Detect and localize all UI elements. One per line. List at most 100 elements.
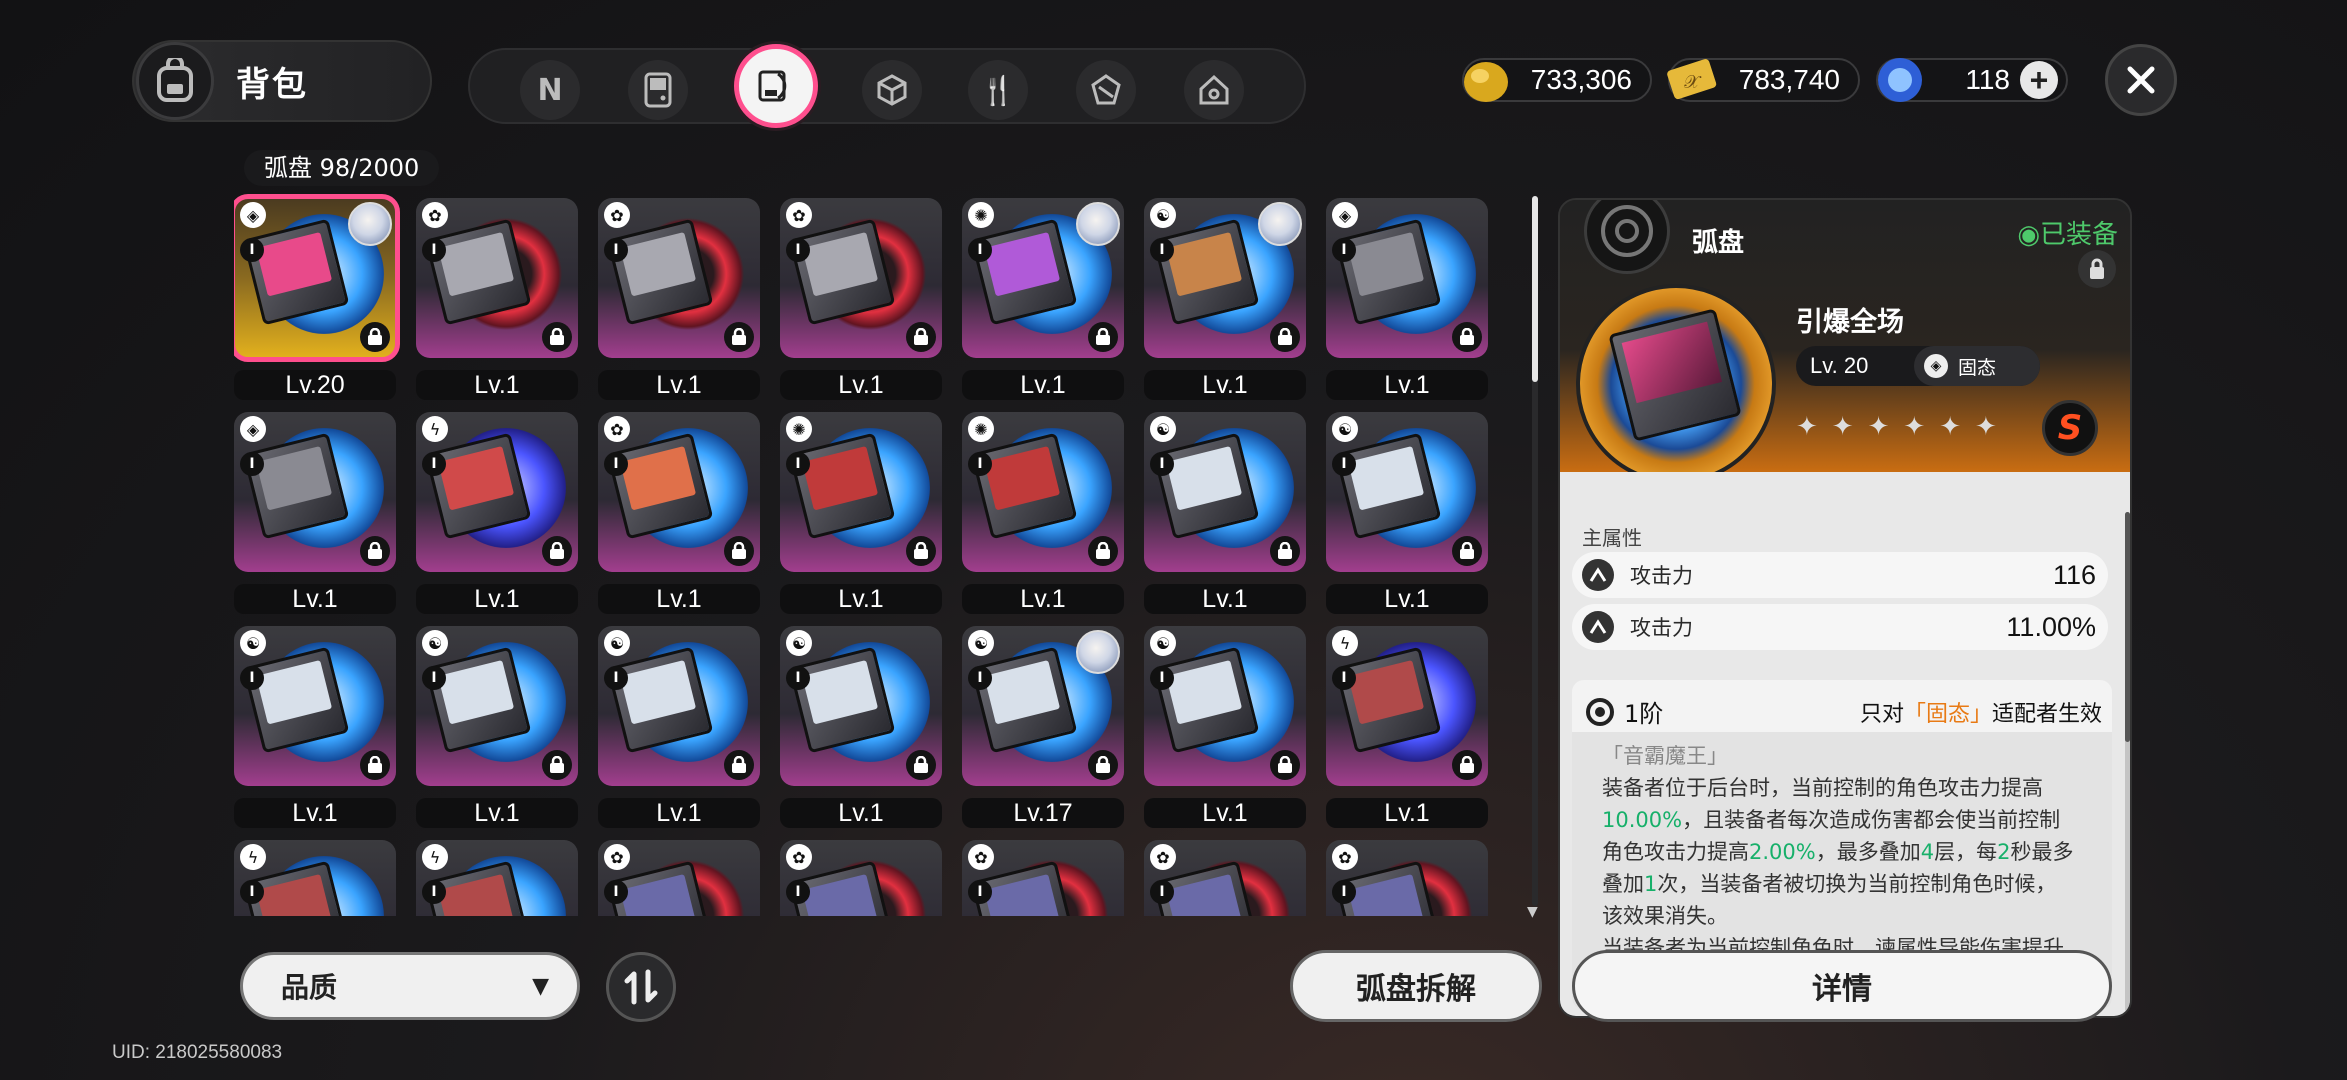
attribute-pill: ◈ 固态 <box>1914 346 2040 386</box>
lock-icon[interactable] <box>1452 750 1482 780</box>
tab-shards[interactable] <box>1076 60 1136 120</box>
inventory-scrollbar-thumb[interactable] <box>1532 196 1538 382</box>
disc-item-card[interactable]: ✿ I <box>1326 840 1488 916</box>
disc-item-card[interactable]: ✿ I <box>780 840 942 916</box>
add-crystal-button[interactable]: + <box>2020 61 2058 99</box>
star-icon: ✦ <box>1939 412 1961 442</box>
disc-item-card[interactable]: ✺ I <box>780 412 942 572</box>
crystal-amount: 118 <box>1965 64 2010 95</box>
disc-item-card[interactable]: ✺ I <box>962 198 1124 358</box>
attribute-type-icon: ☯ <box>1150 630 1176 656</box>
lock-icon[interactable] <box>724 322 754 352</box>
lock-icon[interactable] <box>542 536 572 566</box>
disc-item-card[interactable]: ϟI <box>234 840 396 916</box>
lock-icon[interactable] <box>1452 322 1482 352</box>
attack-icon <box>1582 611 1614 643</box>
skill-tier-label: 1阶 <box>1624 700 1664 728</box>
rank-badge: I <box>1332 452 1356 476</box>
tab-materials[interactable] <box>862 60 922 120</box>
disc-item-card[interactable]: ✿ I <box>780 198 942 358</box>
disc-item-card[interactable]: ✺ I <box>962 412 1124 572</box>
ticket-amount: 783,740 <box>1738 64 1840 95</box>
detail-header: 弧盘 ◉已装备 引爆全场 Lv. 20 ◈ 固态 ✦ ✦ ✦ ✦ ✦ ✦ S <box>1560 200 2130 484</box>
rank-badge: I <box>968 238 992 262</box>
disc-item-card[interactable]: ☯ I <box>1326 412 1488 572</box>
disc-item-card[interactable]: ◈ I <box>234 194 400 362</box>
lock-icon[interactable] <box>542 750 572 780</box>
disc-item-card[interactable]: ☯ I <box>1144 198 1306 358</box>
lock-icon[interactable] <box>724 536 754 566</box>
attribute-type-icon: ✺ <box>968 202 994 228</box>
disc-item-card[interactable]: ✿ I <box>598 840 760 916</box>
disc-level-label: Lv.1 <box>1144 584 1306 614</box>
lock-icon[interactable] <box>542 322 572 352</box>
lock-icon[interactable] <box>906 322 936 352</box>
lock-icon[interactable] <box>1270 536 1300 566</box>
skill-line: 装备者位于后台时，当前控制的角色攻击力提高 <box>1602 776 2043 800</box>
skill-line: 角色攻击力提高2.00%，最多叠加4层，每2秒最多 <box>1602 840 2074 864</box>
tab-discs[interactable] <box>734 44 818 128</box>
lock-icon[interactable] <box>1270 322 1300 352</box>
lock-icon[interactable] <box>1270 750 1300 780</box>
lock-icon[interactable] <box>360 322 390 352</box>
disc-item-card[interactable]: ☯ I <box>780 626 942 786</box>
rank-badge: I <box>1332 880 1356 904</box>
disc-level-label: Lv.1 <box>598 370 760 400</box>
gold-nugget-icon <box>1464 62 1508 102</box>
disc-item-card[interactable]: ϟI <box>416 840 578 916</box>
lock-icon[interactable] <box>1088 750 1118 780</box>
close-button[interactable] <box>2105 44 2177 116</box>
detail-lock-button[interactable] <box>2078 250 2116 288</box>
disc-item-card[interactable]: ϟI <box>416 412 578 572</box>
disc-item-card[interactable]: ☯ I <box>416 626 578 786</box>
disc-item-card[interactable]: ☯ I <box>1144 626 1306 786</box>
disc-item-card[interactable]: ✿ I <box>1144 840 1306 916</box>
rank-s-badge: S <box>2042 400 2098 456</box>
tab-food[interactable]: 🍴 <box>968 60 1028 120</box>
attribute-type-icon: ☯ <box>968 630 994 656</box>
lock-icon[interactable] <box>360 536 390 566</box>
disc-item-card[interactable]: ϟI <box>1326 626 1488 786</box>
attribute-type-icon: ✿ <box>422 202 448 228</box>
attribute-type-icon: ϟ <box>1332 630 1358 656</box>
sort-order-button[interactable] <box>606 952 676 1022</box>
tab-weapons[interactable]: N <box>520 60 580 120</box>
disc-level-label: Lv.1 <box>416 370 578 400</box>
star-icon: ✦ <box>1867 412 1890 442</box>
lock-icon[interactable] <box>1088 536 1118 566</box>
lock-icon[interactable] <box>724 750 754 780</box>
details-button[interactable]: 详情 <box>1572 950 2112 1022</box>
lock-icon[interactable] <box>1452 536 1482 566</box>
uid-label: UID: 218025580083 <box>112 1042 283 1063</box>
disc-item-card[interactable]: ◈ I <box>234 412 396 572</box>
disc-level-label: Lv.1 <box>1326 584 1488 614</box>
disc-item-card[interactable]: ✿ I <box>598 412 760 572</box>
tab-devices[interactable] <box>628 60 688 120</box>
tab-home[interactable] <box>1184 60 1244 120</box>
close-icon <box>2127 66 2155 94</box>
disc-level-label: Lv.20 <box>234 370 396 400</box>
rank-badge: I <box>422 880 446 904</box>
disc-item-card[interactable]: ✿ I <box>962 840 1124 916</box>
lock-icon[interactable] <box>1088 322 1118 352</box>
disc-item-card[interactable]: ☯ I <box>962 626 1124 786</box>
disc-item-card[interactable]: ✿ I <box>416 198 578 358</box>
attribute-type-icon: ☯ <box>1150 202 1176 228</box>
disc-item-card[interactable]: ☯ I <box>598 626 760 786</box>
disc-item-card[interactable]: ◈ I <box>1326 198 1488 358</box>
skill-lines: 装备者位于后台时，当前控制的角色攻击力提高 10.00%，且装备者每次造成伤害都会… <box>1602 772 2092 964</box>
disc-item-card[interactable]: ✿ I <box>598 198 760 358</box>
dismantle-disc-button[interactable]: 弧盘拆解 <box>1290 950 1542 1022</box>
detail-scrollbar-thumb[interactable] <box>2125 512 2130 742</box>
stat-label: 攻击力 <box>1630 564 1693 588</box>
crystal-icon <box>1091 74 1121 105</box>
lock-icon[interactable] <box>906 536 936 566</box>
skill-condition: 只对「固态」适配者生效 <box>1860 696 2102 728</box>
lock-icon[interactable] <box>906 750 936 780</box>
rank-badge: I <box>786 452 810 476</box>
disc-item-card[interactable]: ☯ I <box>1144 412 1306 572</box>
quality-filter-dropdown[interactable]: 品质 ▼ <box>240 952 580 1020</box>
lock-icon[interactable] <box>360 750 390 780</box>
disc-item-card[interactable]: ☯ I <box>234 626 396 786</box>
gold-amount: 733,306 <box>1530 64 1632 95</box>
